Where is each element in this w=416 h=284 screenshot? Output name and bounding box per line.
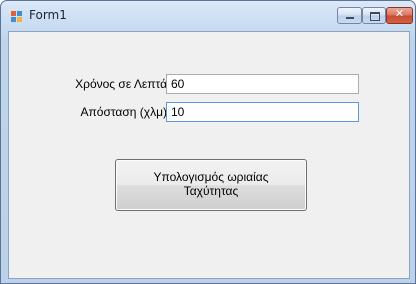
- form-client-area: Χρόνος σε Λεπτά 60 Απόσταση (χλμ) 10 Υπο…: [8, 31, 410, 279]
- calculate-speed-button[interactable]: Υπολογισμός ωριαίας Ταχύτητας: [115, 159, 307, 211]
- distance-km-label: Απόσταση (χλμ): [80, 105, 168, 119]
- calculate-button-label-line2: Ταχύτητας: [183, 184, 239, 198]
- close-icon: ✕: [394, 7, 405, 20]
- application-window: Form1 ✕ Χρόνος σε Λεπτά 60 Απόσταση (χλμ…: [0, 0, 416, 284]
- minimize-button[interactable]: [337, 7, 362, 24]
- maximize-icon: [370, 12, 380, 21]
- time-minutes-label: Χρόνος σε Λεπτά: [75, 77, 167, 91]
- maximize-button[interactable]: [362, 7, 386, 24]
- window-title: Form1: [29, 8, 67, 22]
- app-icon[interactable]: [11, 11, 23, 23]
- calculate-button-label-line1: Υπολογισμός ωριαίας: [153, 170, 269, 184]
- time-minutes-input[interactable]: 60: [166, 74, 359, 94]
- distance-km-input[interactable]: 10: [166, 102, 359, 122]
- minimize-icon: [346, 17, 354, 19]
- close-button[interactable]: ✕: [386, 7, 413, 24]
- title-bar[interactable]: Form1 ✕: [1, 1, 415, 31]
